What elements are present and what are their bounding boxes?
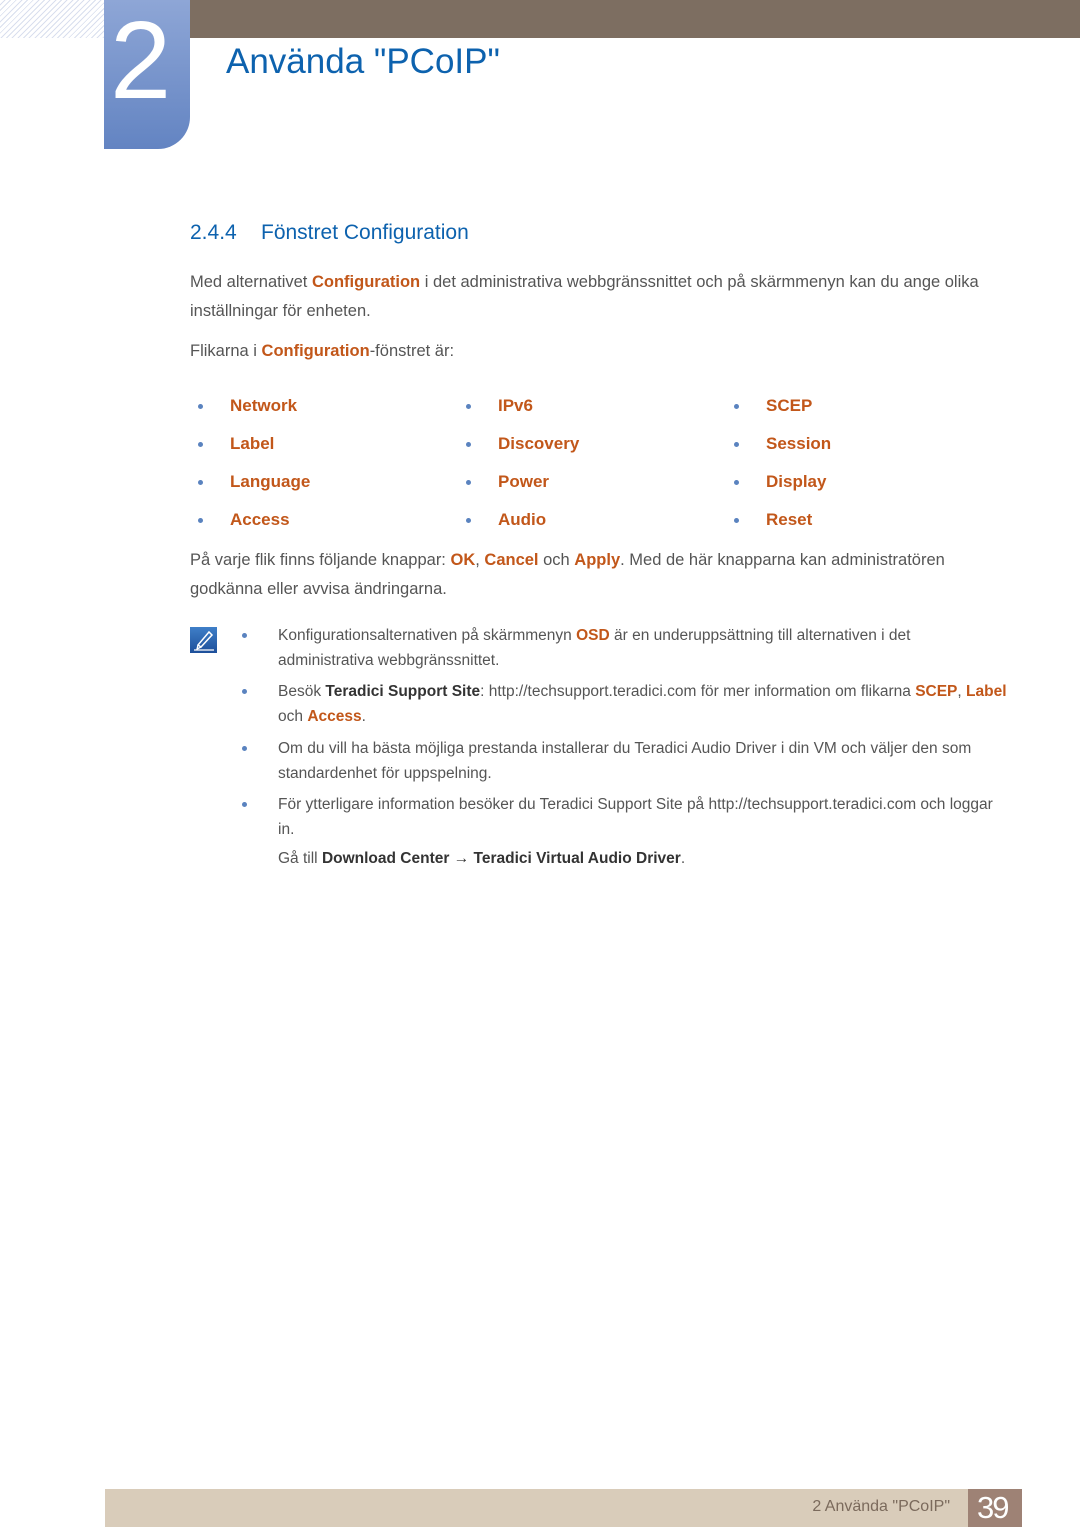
tab-item-power: Power [466, 470, 550, 494]
text: För ytterligare information besöker du T… [278, 796, 993, 838]
download-center-term: Download Center [321, 850, 450, 867]
bullet-icon [734, 480, 739, 485]
text: och [278, 708, 308, 725]
text: Med alternativet [190, 273, 312, 291]
bullet-icon [734, 442, 739, 447]
bullet-icon [466, 518, 471, 523]
header-bar [190, 0, 1080, 38]
apply-term: Apply [574, 551, 621, 569]
bullet-icon [198, 518, 203, 523]
bullet-icon [466, 404, 471, 409]
tab-label: Discovery [498, 434, 580, 453]
text: : http://techsupport.teradici.com för me… [480, 683, 916, 700]
tab-label: Reset [766, 510, 813, 529]
configuration-term: Configuration [311, 273, 421, 291]
footer-chapter-title: 2 Använda "PCoIP" [812, 1498, 950, 1515]
tab-item-network: Network [198, 394, 298, 418]
section-title: Fönstret Configuration [261, 221, 469, 244]
bullet-icon [198, 480, 203, 485]
bullet-icon [242, 746, 247, 751]
tab-item-session: Session [734, 432, 832, 456]
scep-term: SCEP [915, 683, 958, 700]
bullet-icon [466, 442, 471, 447]
chapter-title: Använda "PCoIP" [226, 42, 500, 81]
note-item: Konfigurationsalternativen på skärmmenyn… [242, 623, 1008, 673]
tab-item-ipv6: IPv6 [466, 394, 533, 418]
text: , [957, 683, 967, 700]
bullet-icon [198, 442, 203, 447]
text: Flikarna i [190, 342, 262, 360]
tab-label: Display [766, 472, 827, 491]
tab-label: Label [230, 434, 275, 453]
text: Konfigurationsalternativen på skärmmenyn [278, 627, 577, 644]
teradici-support-site-term: Teradici Support Site [325, 683, 481, 700]
tab-item-label: Label [198, 432, 275, 456]
tab-label: Audio [498, 510, 547, 529]
text: -fönstret är: [369, 342, 455, 360]
note-item: Besök Teradici Support Site: http://tech… [242, 679, 1008, 729]
access-term: Access [307, 708, 362, 725]
text: Gå till [278, 850, 322, 867]
note-pen-icon [190, 627, 217, 653]
tab-item-scep: SCEP [734, 394, 813, 418]
note-item: För ytterligare information besöker du T… [242, 792, 1008, 842]
osd-term: OSD [576, 627, 610, 644]
tab-label: Language [230, 472, 311, 491]
tabs-intro-paragraph: Flikarna i Configuration-fönstret är: [190, 337, 1010, 366]
text: Om du vill ha bästa möjliga prestanda in… [278, 740, 972, 782]
text: På varje flik finns följande knappar: [190, 551, 451, 569]
bullet-icon [198, 404, 203, 409]
note-item: Om du vill ha bästa möjliga prestanda in… [242, 736, 1008, 786]
note-navigation-path: Gå till Download Center → Teradici Virtu… [278, 846, 1008, 871]
chapter-number-badge: 2 [104, 0, 190, 149]
section-heading: 2.4.4 Fönstret Configuration [190, 221, 469, 245]
bullet-icon [734, 518, 739, 523]
arrow-right-icon: → [449, 850, 474, 867]
cancel-term: Cancel [484, 551, 539, 569]
label-term: Label [966, 683, 1007, 700]
page-number-box: 39 [968, 1489, 1022, 1527]
tab-item-access: Access [198, 508, 290, 532]
bullet-icon [734, 404, 739, 409]
text: . [680, 850, 686, 867]
bullet-icon [242, 633, 247, 638]
tab-label: Network [230, 396, 298, 415]
configuration-term: Configuration [261, 342, 370, 360]
tab-item-reset: Reset [734, 508, 813, 532]
page-footer: 2 Använda "PCoIP" 39 [105, 1489, 1022, 1527]
section-number: 2.4.4 [190, 221, 237, 244]
text: och [538, 551, 575, 569]
chapter-number: 2 [110, 0, 172, 122]
text: . [361, 708, 366, 725]
tab-label: IPv6 [498, 396, 533, 415]
bullet-icon [242, 689, 247, 694]
page-number: 39 [977, 1490, 1010, 1525]
tab-label: Access [230, 510, 290, 529]
tab-item-discovery: Discovery [466, 432, 580, 456]
intro-paragraph: Med alternativet Configuration i det adm… [190, 268, 1010, 326]
bullet-icon [466, 480, 471, 485]
tab-label: SCEP [766, 396, 813, 415]
bullet-icon [242, 802, 247, 807]
header-hatch-decoration [0, 0, 104, 38]
buttons-paragraph: På varje flik finns följande knappar: OK… [190, 546, 1010, 604]
tab-item-language: Language [198, 470, 311, 494]
tab-label: Session [766, 434, 832, 453]
tab-item-audio: Audio [466, 508, 547, 532]
text: Besök [278, 683, 326, 700]
tab-item-display: Display [734, 470, 827, 494]
teradici-virtual-audio-driver-term: Teradici Virtual Audio Driver [473, 850, 681, 867]
tab-label: Power [498, 472, 550, 491]
ok-term: OK [450, 551, 476, 569]
